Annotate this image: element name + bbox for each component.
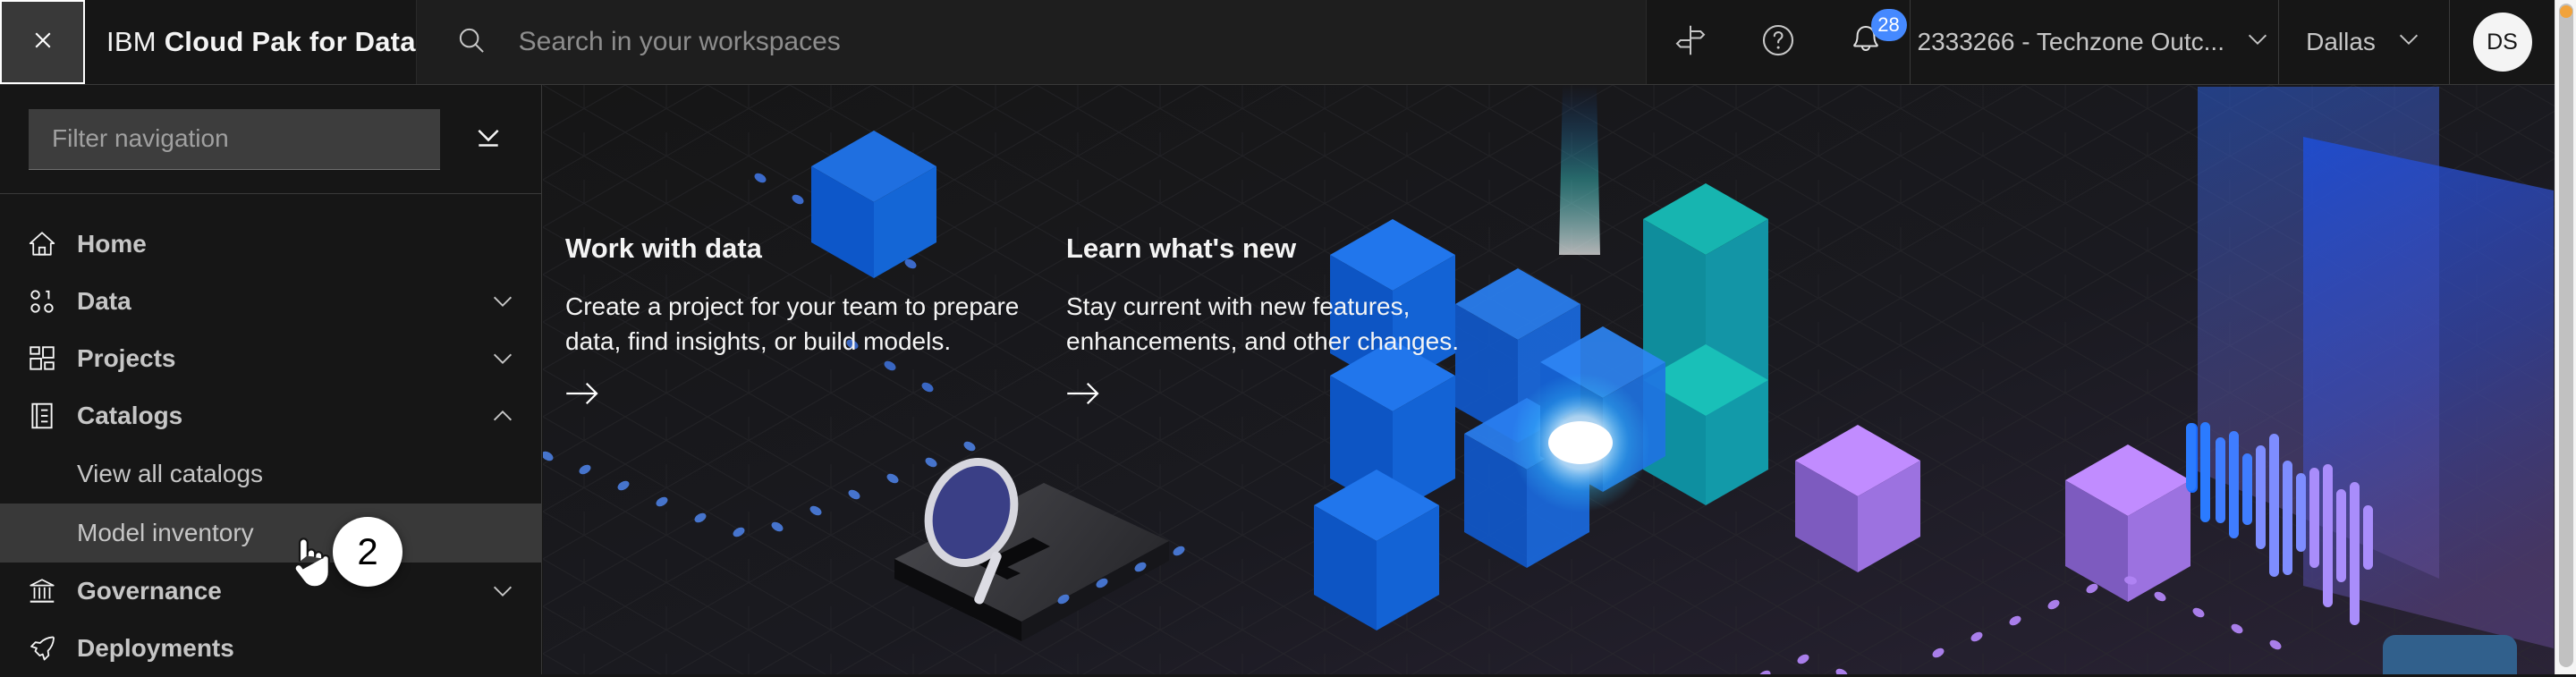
help-circle-icon xyxy=(1759,21,1797,63)
close-menu-button[interactable] xyxy=(0,0,85,84)
card-title: Work with data xyxy=(565,233,762,264)
sidebar-item-view-all-catalogs[interactable]: View all catalogs xyxy=(0,444,541,504)
governance-icon xyxy=(27,576,77,606)
chevron-down-icon xyxy=(2244,26,2271,59)
sidebar-item-label: Catalogs xyxy=(77,402,183,429)
filter-navigation-input[interactable] xyxy=(29,108,440,170)
sidebar-item-label: Home xyxy=(77,230,147,258)
brand-prefix: IBM xyxy=(106,26,157,57)
sidebar-subitem-label: View all catalogs xyxy=(77,460,264,487)
step-number-badge: 2 xyxy=(333,517,402,587)
sidebar-item-home[interactable]: Home xyxy=(0,216,541,273)
arrow-right-icon[interactable] xyxy=(565,383,601,412)
sidebar-item-label: Projects xyxy=(77,344,176,372)
region-name: Dallas xyxy=(2306,28,2376,55)
catalogs-icon xyxy=(27,401,77,431)
browser-scrollbar[interactable] xyxy=(2555,0,2576,674)
account-name: 2333266 - Techzone Outc... xyxy=(1917,28,2225,55)
brand-title[interactable]: IBM Cloud Pak for Data xyxy=(85,0,416,84)
chevron-down-icon[interactable] xyxy=(489,345,516,372)
card-title: Learn what's new xyxy=(1066,233,1297,264)
region-selector[interactable]: Dallas xyxy=(2279,0,2449,84)
sidebar-item-model-inventory[interactable]: Model inventory xyxy=(0,504,541,563)
sidebar-item-label: Data xyxy=(77,287,131,315)
scrollbar-thumb[interactable] xyxy=(2559,4,2573,667)
sidebar-subitem-label: Model inventory xyxy=(77,519,254,546)
search-placeholder: Search in your workspaces xyxy=(518,27,841,56)
sidebar-item-label: Governance xyxy=(77,577,222,605)
projects-icon xyxy=(27,343,77,374)
close-icon xyxy=(28,25,58,60)
arrow-right-icon[interactable] xyxy=(1066,383,1102,412)
sidebar-item-deployments[interactable]: Deployments xyxy=(0,620,541,677)
avatar: DS xyxy=(2472,13,2532,72)
home-icon xyxy=(27,229,77,259)
card-work-with-data[interactable]: Work with data Create a project for your… xyxy=(565,233,1066,413)
brand-name: Cloud Pak for Data xyxy=(164,26,416,57)
help-button[interactable] xyxy=(1734,0,1822,84)
quick-start-cards: Work with data Create a project for your… xyxy=(565,233,1567,413)
data-icon xyxy=(27,286,77,317)
search-icon xyxy=(454,23,488,62)
card-body: Create a project for your team to prepar… xyxy=(565,292,1020,355)
notification-count-badge: 28 xyxy=(1870,9,1907,41)
signpost-icon xyxy=(1673,22,1708,63)
scrollbar-marker-dot xyxy=(2560,5,2572,18)
collapse-all-icon xyxy=(471,120,505,158)
sidebar-item-label: Deployments xyxy=(77,634,234,662)
card-body: Stay current with new features, enhancem… xyxy=(1066,292,1459,355)
sidebar-item-catalogs[interactable]: Catalogs xyxy=(0,387,541,444)
chat-widget-button[interactable] xyxy=(2383,635,2517,674)
sidebar-item-projects[interactable]: Projects xyxy=(0,330,541,387)
chevron-down-icon[interactable] xyxy=(489,288,516,315)
chevron-down-icon[interactable] xyxy=(489,578,516,605)
chevron-down-icon xyxy=(2395,26,2422,59)
left-navigation: Home Data xyxy=(0,85,542,674)
account-selector[interactable]: 2333266 - Techzone Outc... xyxy=(1911,0,2279,84)
notifications-button[interactable]: 28 xyxy=(1822,0,1910,84)
collapse-all-button[interactable] xyxy=(440,109,537,170)
sidebar-item-governance[interactable]: Governance xyxy=(0,563,541,620)
user-menu-button[interactable]: DS xyxy=(2450,0,2555,84)
card-learn-whats-new[interactable]: Learn what's new Stay current with new f… xyxy=(1066,233,1567,413)
signpost-button[interactable] xyxy=(1647,0,1734,84)
chevron-up-icon[interactable] xyxy=(489,402,516,429)
nav-items-list: Home Data Projects Catalogs View all cat… xyxy=(0,194,541,677)
deployments-icon xyxy=(27,633,77,664)
main-content: Work with data Create a project for your… xyxy=(543,85,2555,674)
global-search[interactable]: Search in your workspaces xyxy=(415,0,1647,84)
app-header: IBM Cloud Pak for Data Search in your wo… xyxy=(0,0,2555,85)
sidebar-item-data[interactable]: Data xyxy=(0,273,541,330)
filter-navigation-row xyxy=(0,85,541,194)
